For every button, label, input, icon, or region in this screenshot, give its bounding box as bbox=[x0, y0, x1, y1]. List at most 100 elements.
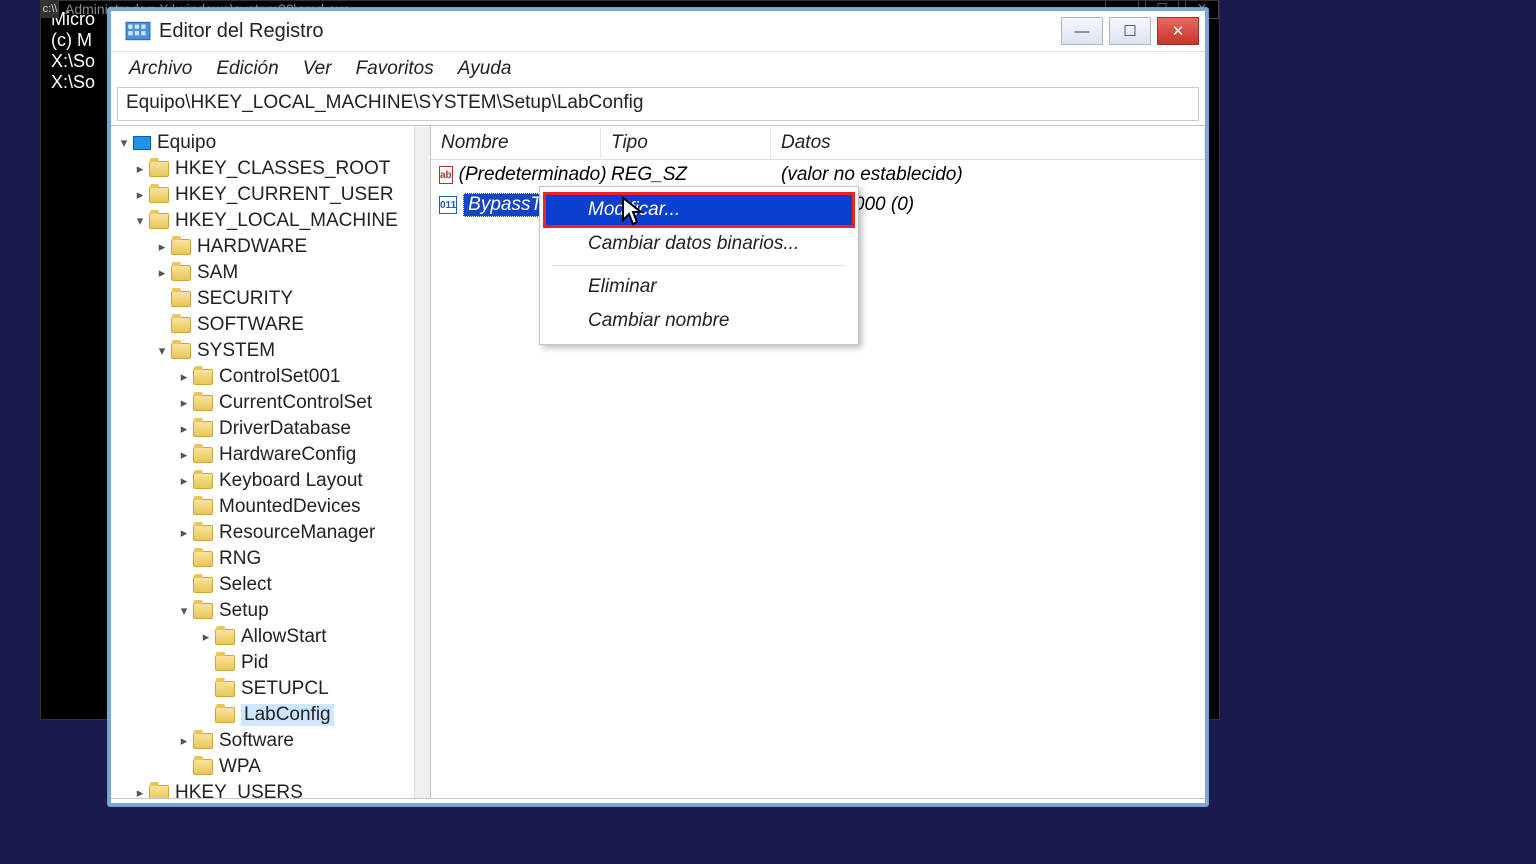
menu-view[interactable]: Ver bbox=[291, 54, 344, 84]
menubar: Archivo Edición Ver Favoritos Ayuda bbox=[111, 51, 1205, 85]
tree-drv[interactable]: DriverDatabase bbox=[219, 418, 351, 440]
tree-software2[interactable]: Software bbox=[219, 730, 294, 752]
context-menu: Modificar... Cambiar datos binarios... E… bbox=[539, 186, 859, 345]
ctx-separator bbox=[552, 265, 846, 266]
expand-icon[interactable]: ▸ bbox=[155, 265, 169, 281]
folder-icon bbox=[193, 551, 213, 567]
folder-icon bbox=[193, 369, 213, 385]
tree-sam[interactable]: SAM bbox=[197, 262, 238, 284]
tree-md[interactable]: MountedDevices bbox=[219, 496, 361, 518]
string-value-icon: ab bbox=[439, 166, 453, 184]
expand-icon[interactable]: ▸ bbox=[177, 421, 191, 437]
folder-icon bbox=[193, 759, 213, 775]
tree-software[interactable]: SOFTWARE bbox=[197, 314, 304, 336]
tree-hklm[interactable]: HKEY_LOCAL_MACHINE bbox=[175, 210, 398, 232]
tree-security[interactable]: SECURITY bbox=[197, 288, 293, 310]
folder-icon bbox=[193, 395, 213, 411]
window-title: Editor del Registro bbox=[159, 20, 1061, 43]
dword-value-icon: 011 bbox=[439, 196, 457, 214]
expand-icon[interactable]: ▸ bbox=[133, 187, 147, 203]
folder-icon bbox=[215, 629, 235, 645]
tree-rng[interactable]: RNG bbox=[219, 548, 261, 570]
expand-icon[interactable]: ▸ bbox=[155, 239, 169, 255]
tree-allowstart[interactable]: AllowStart bbox=[241, 626, 327, 648]
tree-ccs[interactable]: CurrentControlSet bbox=[219, 392, 372, 414]
maximize-button[interactable]: ☐ bbox=[1109, 17, 1151, 45]
tree-setup[interactable]: Setup bbox=[219, 600, 269, 622]
value-name: (Predeterminado) bbox=[459, 164, 607, 186]
close-button[interactable]: ✕ bbox=[1157, 17, 1199, 45]
minimize-button[interactable]: ― bbox=[1061, 17, 1103, 45]
folder-icon bbox=[215, 707, 235, 723]
tree-hkcr[interactable]: HKEY_CLASSES_ROOT bbox=[175, 158, 390, 180]
titlebar[interactable]: Editor del Registro ― ☐ ✕ bbox=[111, 11, 1205, 51]
col-type[interactable]: Tipo bbox=[601, 128, 771, 158]
folder-icon bbox=[149, 213, 169, 229]
folder-icon bbox=[215, 681, 235, 697]
expand-icon[interactable]: ▸ bbox=[177, 525, 191, 541]
ctx-rename[interactable]: Cambiar nombre bbox=[544, 304, 854, 338]
regedit-window: Editor del Registro ― ☐ ✕ Archivo Edició… bbox=[108, 8, 1208, 806]
tree-hw[interactable]: HardwareConfig bbox=[219, 444, 356, 466]
tree-system[interactable]: SYSTEM bbox=[197, 340, 275, 362]
tree-kb[interactable]: Keyboard Layout bbox=[219, 470, 363, 492]
details-pane[interactable]: Nombre Tipo Datos ab (Predeterminado) RE… bbox=[431, 126, 1205, 798]
folder-icon bbox=[171, 291, 191, 307]
menu-edit[interactable]: Edición bbox=[204, 54, 290, 84]
folder-icon bbox=[171, 239, 191, 255]
expand-icon[interactable]: ▸ bbox=[177, 733, 191, 749]
expand-icon[interactable]: ▾ bbox=[155, 343, 169, 359]
col-name[interactable]: Nombre bbox=[431, 128, 601, 158]
col-data[interactable]: Datos bbox=[771, 128, 1205, 158]
folder-icon bbox=[171, 317, 191, 333]
value-data: (valor no establecido) bbox=[771, 164, 1205, 186]
menu-file[interactable]: Archivo bbox=[117, 54, 204, 84]
tree-hardware[interactable]: HARDWARE bbox=[197, 236, 307, 258]
folder-icon bbox=[193, 525, 213, 541]
folder-icon bbox=[193, 421, 213, 437]
expand-icon[interactable]: ▸ bbox=[177, 369, 191, 385]
folder-icon bbox=[193, 447, 213, 463]
column-headers[interactable]: Nombre Tipo Datos bbox=[431, 126, 1205, 160]
tree-labconfig[interactable]: LabConfig bbox=[241, 704, 334, 726]
expand-icon[interactable]: ▾ bbox=[117, 135, 131, 151]
folder-icon bbox=[193, 473, 213, 489]
ctx-modify[interactable]: Modificar... bbox=[544, 193, 854, 227]
folder-icon bbox=[171, 265, 191, 281]
expand-icon[interactable]: ▾ bbox=[177, 603, 191, 619]
tree-hku[interactable]: HKEY_USERS bbox=[175, 782, 303, 798]
expand-icon[interactable]: ▸ bbox=[177, 473, 191, 489]
tree-pid[interactable]: Pid bbox=[241, 652, 268, 674]
tree-rm[interactable]: ResourceManager bbox=[219, 522, 375, 544]
expand-icon[interactable]: ▸ bbox=[177, 395, 191, 411]
expand-icon[interactable]: ▸ bbox=[199, 629, 213, 645]
folder-icon bbox=[193, 733, 213, 749]
expand-icon[interactable]: ▸ bbox=[133, 161, 147, 177]
expand-icon[interactable]: ▸ bbox=[133, 785, 147, 798]
folder-icon bbox=[193, 603, 213, 619]
tree-cs001[interactable]: ControlSet001 bbox=[219, 366, 340, 388]
folder-icon bbox=[149, 785, 169, 798]
tree-hkcu[interactable]: HKEY_CURRENT_USER bbox=[175, 184, 394, 206]
folder-icon bbox=[149, 161, 169, 177]
regedit-icon bbox=[125, 18, 151, 44]
folder-icon bbox=[171, 343, 191, 359]
cmd-icon: c:\\ bbox=[41, 0, 59, 18]
tree-scrollbar[interactable] bbox=[414, 126, 430, 798]
address-bar[interactable]: Equipo\HKEY_LOCAL_MACHINE\SYSTEM\Setup\L… bbox=[117, 87, 1199, 121]
folder-icon bbox=[193, 577, 213, 593]
tree-setupcl[interactable]: SETUPCL bbox=[241, 678, 329, 700]
menu-help[interactable]: Ayuda bbox=[446, 54, 524, 84]
menu-favorites[interactable]: Favoritos bbox=[344, 54, 446, 84]
ctx-binary[interactable]: Cambiar datos binarios... bbox=[544, 227, 854, 261]
tree-sel[interactable]: Select bbox=[219, 574, 272, 596]
tree-root[interactable]: Equipo bbox=[157, 132, 216, 154]
folder-icon bbox=[149, 187, 169, 203]
tree-pane[interactable]: ▾ Equipo ▸ HKEY_CLASSES_ROOT ▸ HKEY_CURREN… bbox=[111, 126, 431, 798]
ctx-delete[interactable]: Eliminar bbox=[544, 270, 854, 304]
expand-icon[interactable]: ▸ bbox=[177, 447, 191, 463]
value-type: REG_SZ bbox=[601, 164, 771, 186]
tree-wpa[interactable]: WPA bbox=[219, 756, 261, 778]
folder-icon bbox=[215, 655, 235, 671]
expand-icon[interactable]: ▾ bbox=[133, 213, 147, 229]
